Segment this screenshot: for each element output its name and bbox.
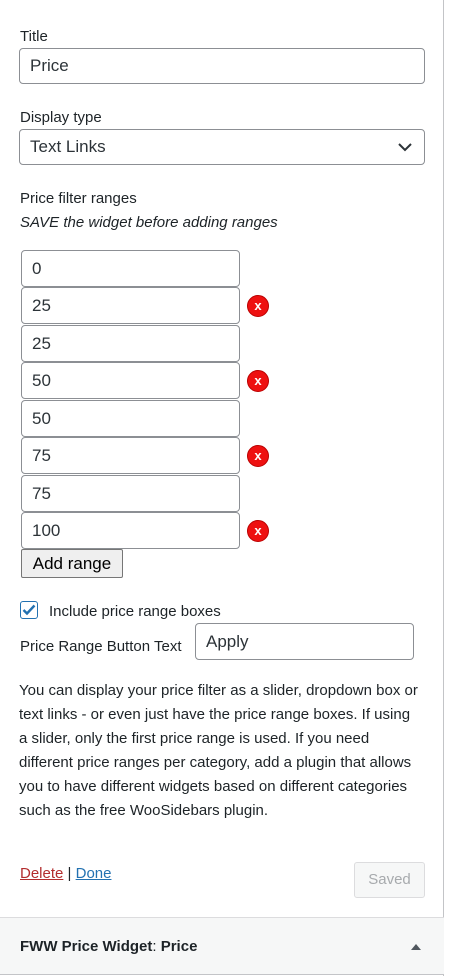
widget-header-bar[interactable]: FWW Price Widget: Price <box>0 917 444 975</box>
range-row: 75 x <box>21 437 321 474</box>
ranges-note: SAVE the widget before adding ranges <box>20 214 278 231</box>
remove-range-button[interactable]: x <box>247 445 269 467</box>
display-type-label: Display type <box>20 109 102 126</box>
range-row: 75 <box>21 475 321 512</box>
widget-header-title: FWW Price Widget: Price <box>20 938 197 955</box>
widget-name: FWW Price Widget <box>20 938 153 955</box>
checkmark-icon <box>22 604 36 616</box>
widget-description: You can display your price filter as a s… <box>19 682 418 819</box>
range-to-input[interactable]: 25 <box>21 287 240 324</box>
range-row: 50 <box>21 400 321 437</box>
range-to-input[interactable]: 50 <box>21 362 240 399</box>
widget-actions: Delete | Done <box>20 865 111 882</box>
saved-button[interactable]: Saved <box>354 862 425 898</box>
range-to-input[interactable]: 75 <box>21 437 240 474</box>
remove-range-button[interactable]: x <box>247 370 269 392</box>
add-range-button[interactable]: Add range <box>21 549 123 578</box>
actions-separator: | <box>67 865 72 882</box>
done-link[interactable]: Done <box>76 865 112 882</box>
widget-title-separator: : <box>152 938 157 955</box>
title-input[interactable] <box>19 48 425 84</box>
range-row: 50 x <box>21 362 321 399</box>
range-row: 25 <box>21 325 321 362</box>
chevron-down-icon <box>396 138 414 156</box>
button-text-label: Price Range Button Text <box>20 638 182 655</box>
range-from-input[interactable]: 75 <box>21 475 240 512</box>
collapse-arrow-icon[interactable] <box>410 940 422 952</box>
include-boxes-checkbox[interactable] <box>20 601 38 619</box>
display-type-value: Text Links <box>30 137 106 156</box>
widget-panel: Title Display type Text Links Price filt… <box>0 0 444 976</box>
ranges-label: Price filter ranges <box>20 190 137 207</box>
range-from-input[interactable]: 25 <box>21 325 240 362</box>
range-row: 25 x <box>21 287 321 324</box>
range-row: 100 x <box>21 512 321 549</box>
display-type-select[interactable]: Text Links <box>19 129 425 165</box>
include-boxes-label: Include price range boxes <box>49 603 221 620</box>
title-label: Title <box>20 28 48 45</box>
remove-range-button[interactable]: x <box>247 520 269 542</box>
range-from-input[interactable]: 0 <box>21 250 240 287</box>
widget-title: Price <box>160 938 198 955</box>
delete-link[interactable]: Delete <box>20 865 63 882</box>
remove-range-button[interactable]: x <box>247 295 269 317</box>
range-from-input[interactable]: 50 <box>21 400 240 437</box>
range-row: 0 <box>21 250 321 287</box>
button-text-input[interactable] <box>195 623 414 660</box>
range-to-input[interactable]: 100 <box>21 512 240 549</box>
